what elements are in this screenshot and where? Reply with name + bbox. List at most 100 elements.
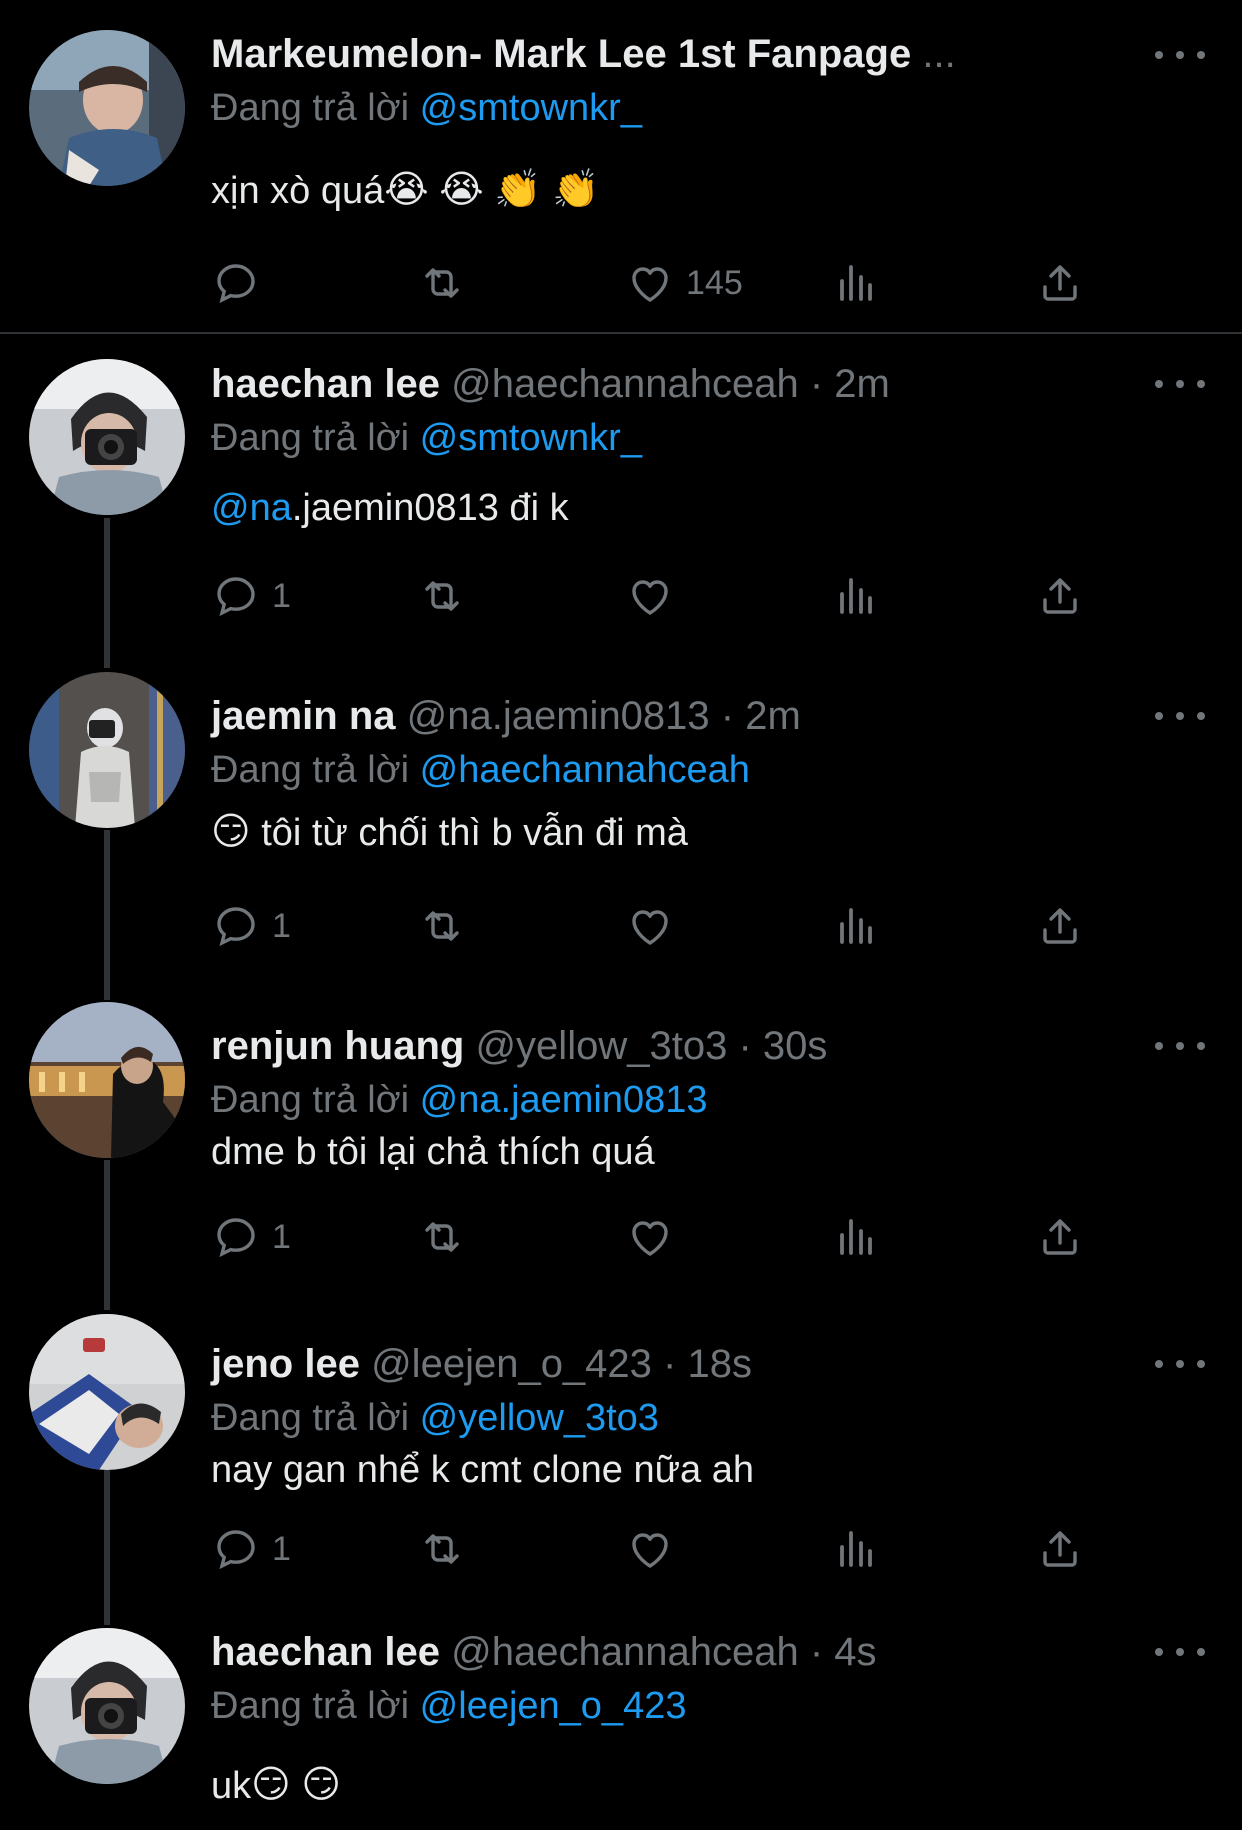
views-button[interactable] [832,566,880,626]
retweet-icon [425,268,459,298]
display-name[interactable]: haechan lee [211,362,440,406]
separator-dot: · [738,1024,752,1068]
more-dots-icon[interactable] [1155,1632,1205,1672]
retweet-button[interactable] [418,1519,466,1579]
bar-chart-icon [840,578,872,614]
action-bar: 1 [0,1519,1242,1579]
emoji: 😏 [211,810,251,853]
like-button[interactable] [626,566,674,626]
tweet-1[interactable]: haechan lee @haechannahceah · 2m Đang tr… [0,334,1242,664]
tweet-5[interactable]: haechan lee @haechannahceah · 4s Đang tr… [0,1624,1242,1830]
display-name[interactable]: jaemin na [211,694,396,738]
handle[interactable]: @yellow_3to3 [475,1024,727,1068]
handle[interactable]: @haechannahceah [451,362,799,406]
share-button[interactable] [1036,1207,1084,1267]
display-name[interactable]: haechan lee [211,1630,440,1674]
avatar[interactable] [29,30,185,186]
avatar[interactable] [29,672,185,828]
share-button[interactable] [1036,253,1084,313]
share-button[interactable] [1036,566,1084,626]
separator-dot: · [663,1342,677,1386]
reply-to-mention[interactable]: @smtownkr_ [420,87,642,129]
retweet-icon [425,1534,459,1564]
share-icon [1043,1531,1077,1567]
avatar-photo [29,1628,185,1784]
reply-to-mention[interactable]: @haechannahceah [420,749,750,791]
handle[interactable]: @haechannahceah [451,1630,799,1674]
more-dots-icon[interactable] [1155,696,1205,736]
retweet-icon [425,911,459,941]
avatar[interactable] [29,1002,185,1158]
like-button[interactable] [626,1207,674,1267]
more-dots-icon[interactable] [1155,364,1205,404]
avatar[interactable] [29,1628,185,1784]
views-button[interactable] [832,1207,880,1267]
reply-button[interactable]: 1 [212,1519,291,1579]
avatar[interactable] [29,359,185,515]
share-button[interactable] [1036,1519,1084,1579]
display-name[interactable]: Markeumelon- Mark Lee 1st Fanpage [211,32,911,76]
replying-to-label: Đang trả lời [211,1397,410,1439]
reply-bubble-icon [217,577,255,617]
avatar-photo [29,1002,185,1158]
views-button[interactable] [832,896,880,956]
timestamp[interactable]: 30s [763,1024,828,1068]
reply-to-mention[interactable]: @yellow_3to3 [420,1397,659,1439]
action-bar: 1 [0,566,1242,626]
avatar-photo [29,30,185,186]
reply-button[interactable]: 1 [212,1207,291,1267]
action-bar: 1 [0,896,1242,956]
tweet-2[interactable]: jaemin na @na.jaemin0813 · 2m Đang trả l… [0,664,1242,994]
timestamp[interactable]: 4s [834,1630,876,1674]
tweet-text-content: xịn xò quá [211,170,385,212]
like-button[interactable] [626,1519,674,1579]
handle[interactable]: @leejen_o_423 [371,1342,652,1386]
emoji: 👏 [494,168,542,211]
tweet-text: uk😏 😏 [211,1758,341,1814]
like-button[interactable] [626,896,674,956]
reply-button[interactable]: 1 [212,566,291,626]
tweet-4[interactable]: jeno lee @leejen_o_423 · 18s Đang trả lờ… [0,1314,1242,1624]
avatar[interactable] [29,1314,185,1470]
avatar-photo [29,359,185,515]
share-icon [1043,578,1077,614]
heart-icon [632,1221,668,1256]
reply-button[interactable] [212,253,272,313]
separator-dot: · [809,362,824,406]
like-button[interactable]: 145 [626,253,743,313]
tweet-text-content: dme b tôi lại chả thích quá [211,1131,655,1173]
display-name[interactable]: renjun huang [211,1024,464,1068]
name-truncation: ... [922,32,956,76]
more-dots-icon[interactable] [1155,35,1205,75]
timestamp[interactable]: 2m [834,362,890,406]
tweet-3[interactable]: renjun huang @yellow_3to3 · 30s Đang trả… [0,994,1242,1314]
retweet-button[interactable] [418,896,466,956]
tweet-0[interactable]: Markeumelon- Mark Lee 1st Fanpage ... Đa… [0,0,1242,332]
views-button[interactable] [832,253,880,313]
retweet-icon [425,1222,459,1252]
reply-to-mention[interactable]: @na.jaemin0813 [420,1079,708,1121]
share-button[interactable] [1036,896,1084,956]
emoji: 😏 [301,1763,341,1806]
action-bar: 145 [0,253,1242,313]
tweet-text-content: .jaemin0813 đi k [291,487,569,529]
bar-chart-icon [840,1531,872,1567]
reply-to-mention[interactable]: @smtownkr_ [420,417,642,459]
retweet-button[interactable] [418,1207,466,1267]
text-mention[interactable]: @na [211,487,292,529]
tweet-text-content: uk [211,1765,252,1807]
more-dots-icon[interactable] [1155,1344,1205,1384]
retweet-button[interactable] [418,566,466,626]
views-button[interactable] [832,1519,880,1579]
replying-to-label: Đang trả lời [211,1079,410,1121]
timestamp[interactable]: 2m [745,694,801,738]
tweet-text: 😏 tôi từ chối thì b vẫn đi mà [211,805,688,861]
retweet-button[interactable] [418,253,466,313]
reply-to-mention[interactable]: @leejen_o_423 [420,1685,687,1727]
handle[interactable]: @na.jaemin0813 [407,694,710,738]
reply-count: 1 [272,1529,291,1568]
display-name[interactable]: jeno lee [211,1342,360,1386]
reply-button[interactable]: 1 [212,896,291,956]
timestamp[interactable]: 18s [688,1342,753,1386]
more-dots-icon[interactable] [1155,1026,1205,1066]
